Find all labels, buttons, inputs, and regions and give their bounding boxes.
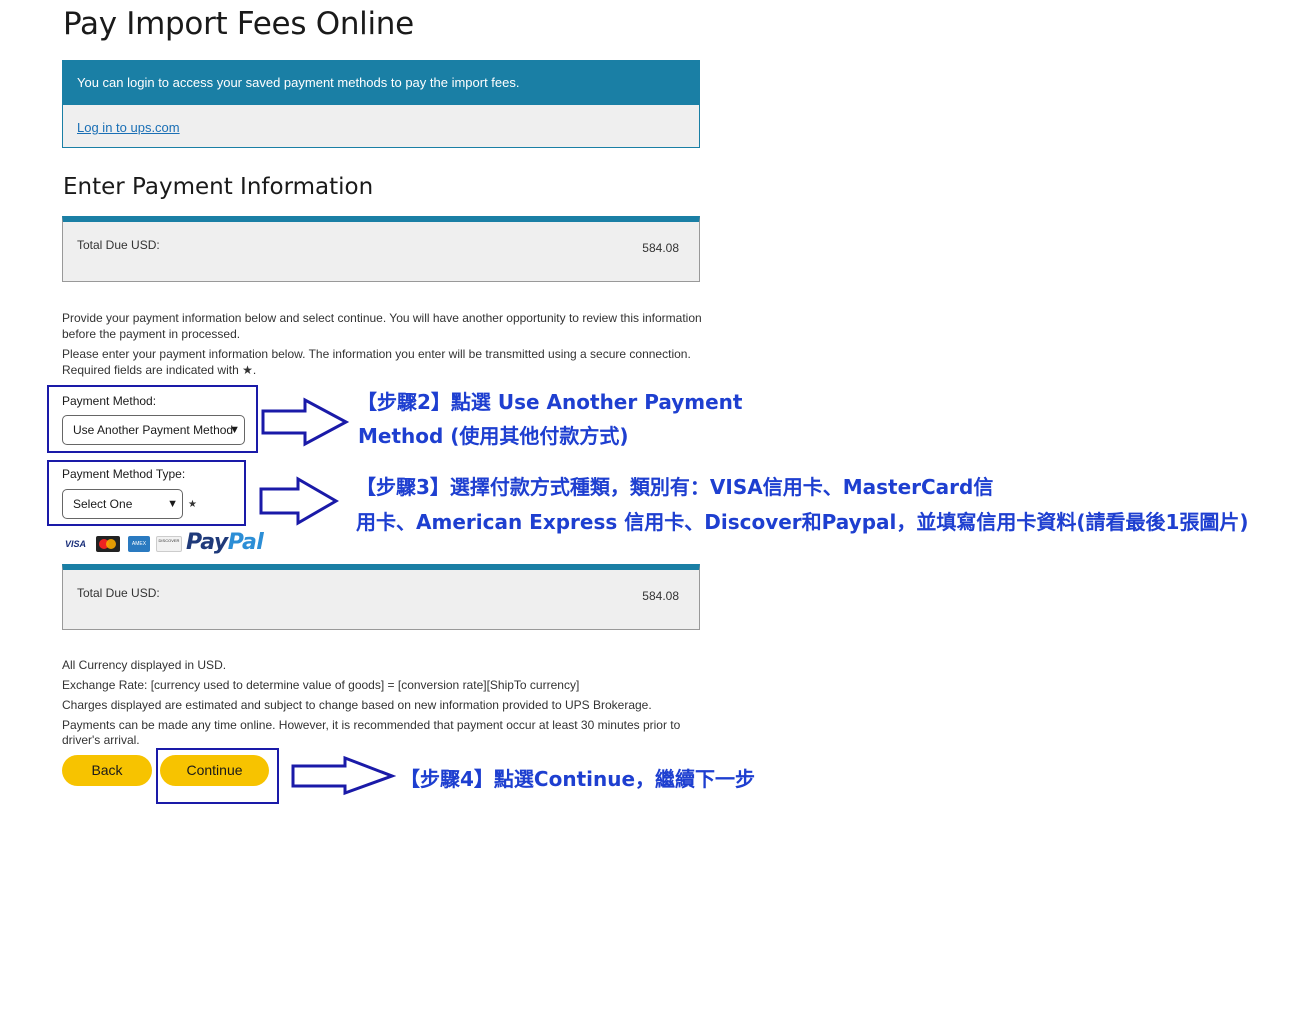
step2-annotation-line2: Method (使用其他付款方式): [358, 424, 629, 448]
payment-method-label: Payment Method:: [62, 394, 157, 408]
chevron-down-icon: ▼: [229, 424, 240, 436]
instructions-text-2: Please enter your payment information be…: [62, 347, 691, 377]
chevron-down-icon: ▼: [167, 498, 178, 510]
amex-logo-icon: AMEX: [128, 536, 150, 552]
total-due-box: Total Due USD: 584.08: [62, 216, 700, 282]
payment-type-label: Payment Method Type:: [62, 467, 186, 481]
card-logos: VISA AMEX DISCOVER PayPal: [62, 530, 272, 556]
arrow-right-icon: [291, 755, 396, 796]
login-link[interactable]: Log in to ups.com: [77, 120, 180, 135]
payments-note: Payments can be made any time online. Ho…: [62, 718, 681, 747]
login-panel-body: Log in to ups.com: [63, 105, 699, 147]
login-panel: You can login to access your saved payme…: [62, 60, 700, 148]
instructions-text-1: Provide your payment information below a…: [62, 311, 702, 341]
required-star-icon: ★: [188, 499, 197, 510]
total-due-value: 584.08: [642, 241, 679, 255]
payment-method-value: Use Another Payment Method: [73, 423, 234, 437]
payment-method-select[interactable]: Use Another Payment Method ▼: [62, 415, 245, 445]
footer-total-box: Total Due USD: 584.08: [62, 564, 700, 630]
footer-total-value: 584.08: [642, 589, 679, 603]
step3-annotation-line1: 【步驟3】選擇付款方式種類，類別有：VISA信用卡、MasterCard信: [356, 475, 994, 499]
visa-logo-icon: VISA: [65, 539, 87, 549]
payment-heading: Enter Payment Information: [63, 174, 374, 200]
arrow-right-icon: [259, 476, 339, 526]
paypal-logo-icon: PayPal: [186, 530, 264, 555]
discover-logo-icon: DISCOVER: [156, 536, 182, 552]
login-message: You can login to access your saved payme…: [63, 61, 699, 105]
exchange-rate-note: Exchange Rate: [currency used to determi…: [62, 678, 580, 692]
page-title: Pay Import Fees Online: [63, 6, 414, 42]
step2-annotation-line1: 【步驟2】點選 Use Another Payment: [357, 390, 743, 414]
step4-annotation: 【步驟4】點選Continue，繼續下一步: [400, 767, 756, 791]
currency-note: All Currency displayed in USD.: [62, 658, 227, 672]
payment-type-select[interactable]: Select One ▼: [62, 489, 183, 519]
step3-annotation-line2: 用卡、American Express 信用卡、Discover和Paypal，…: [356, 510, 1249, 534]
back-button[interactable]: Back: [62, 755, 152, 786]
total-due-label: Total Due USD:: [77, 238, 160, 252]
mastercard-logo-icon: [96, 536, 120, 552]
arrow-right-icon: [261, 397, 350, 447]
charges-note: Charges displayed are estimated and subj…: [62, 698, 652, 712]
footer-total-label: Total Due USD:: [77, 586, 160, 600]
payment-type-value: Select One: [73, 497, 133, 511]
continue-button[interactable]: Continue: [160, 755, 269, 786]
